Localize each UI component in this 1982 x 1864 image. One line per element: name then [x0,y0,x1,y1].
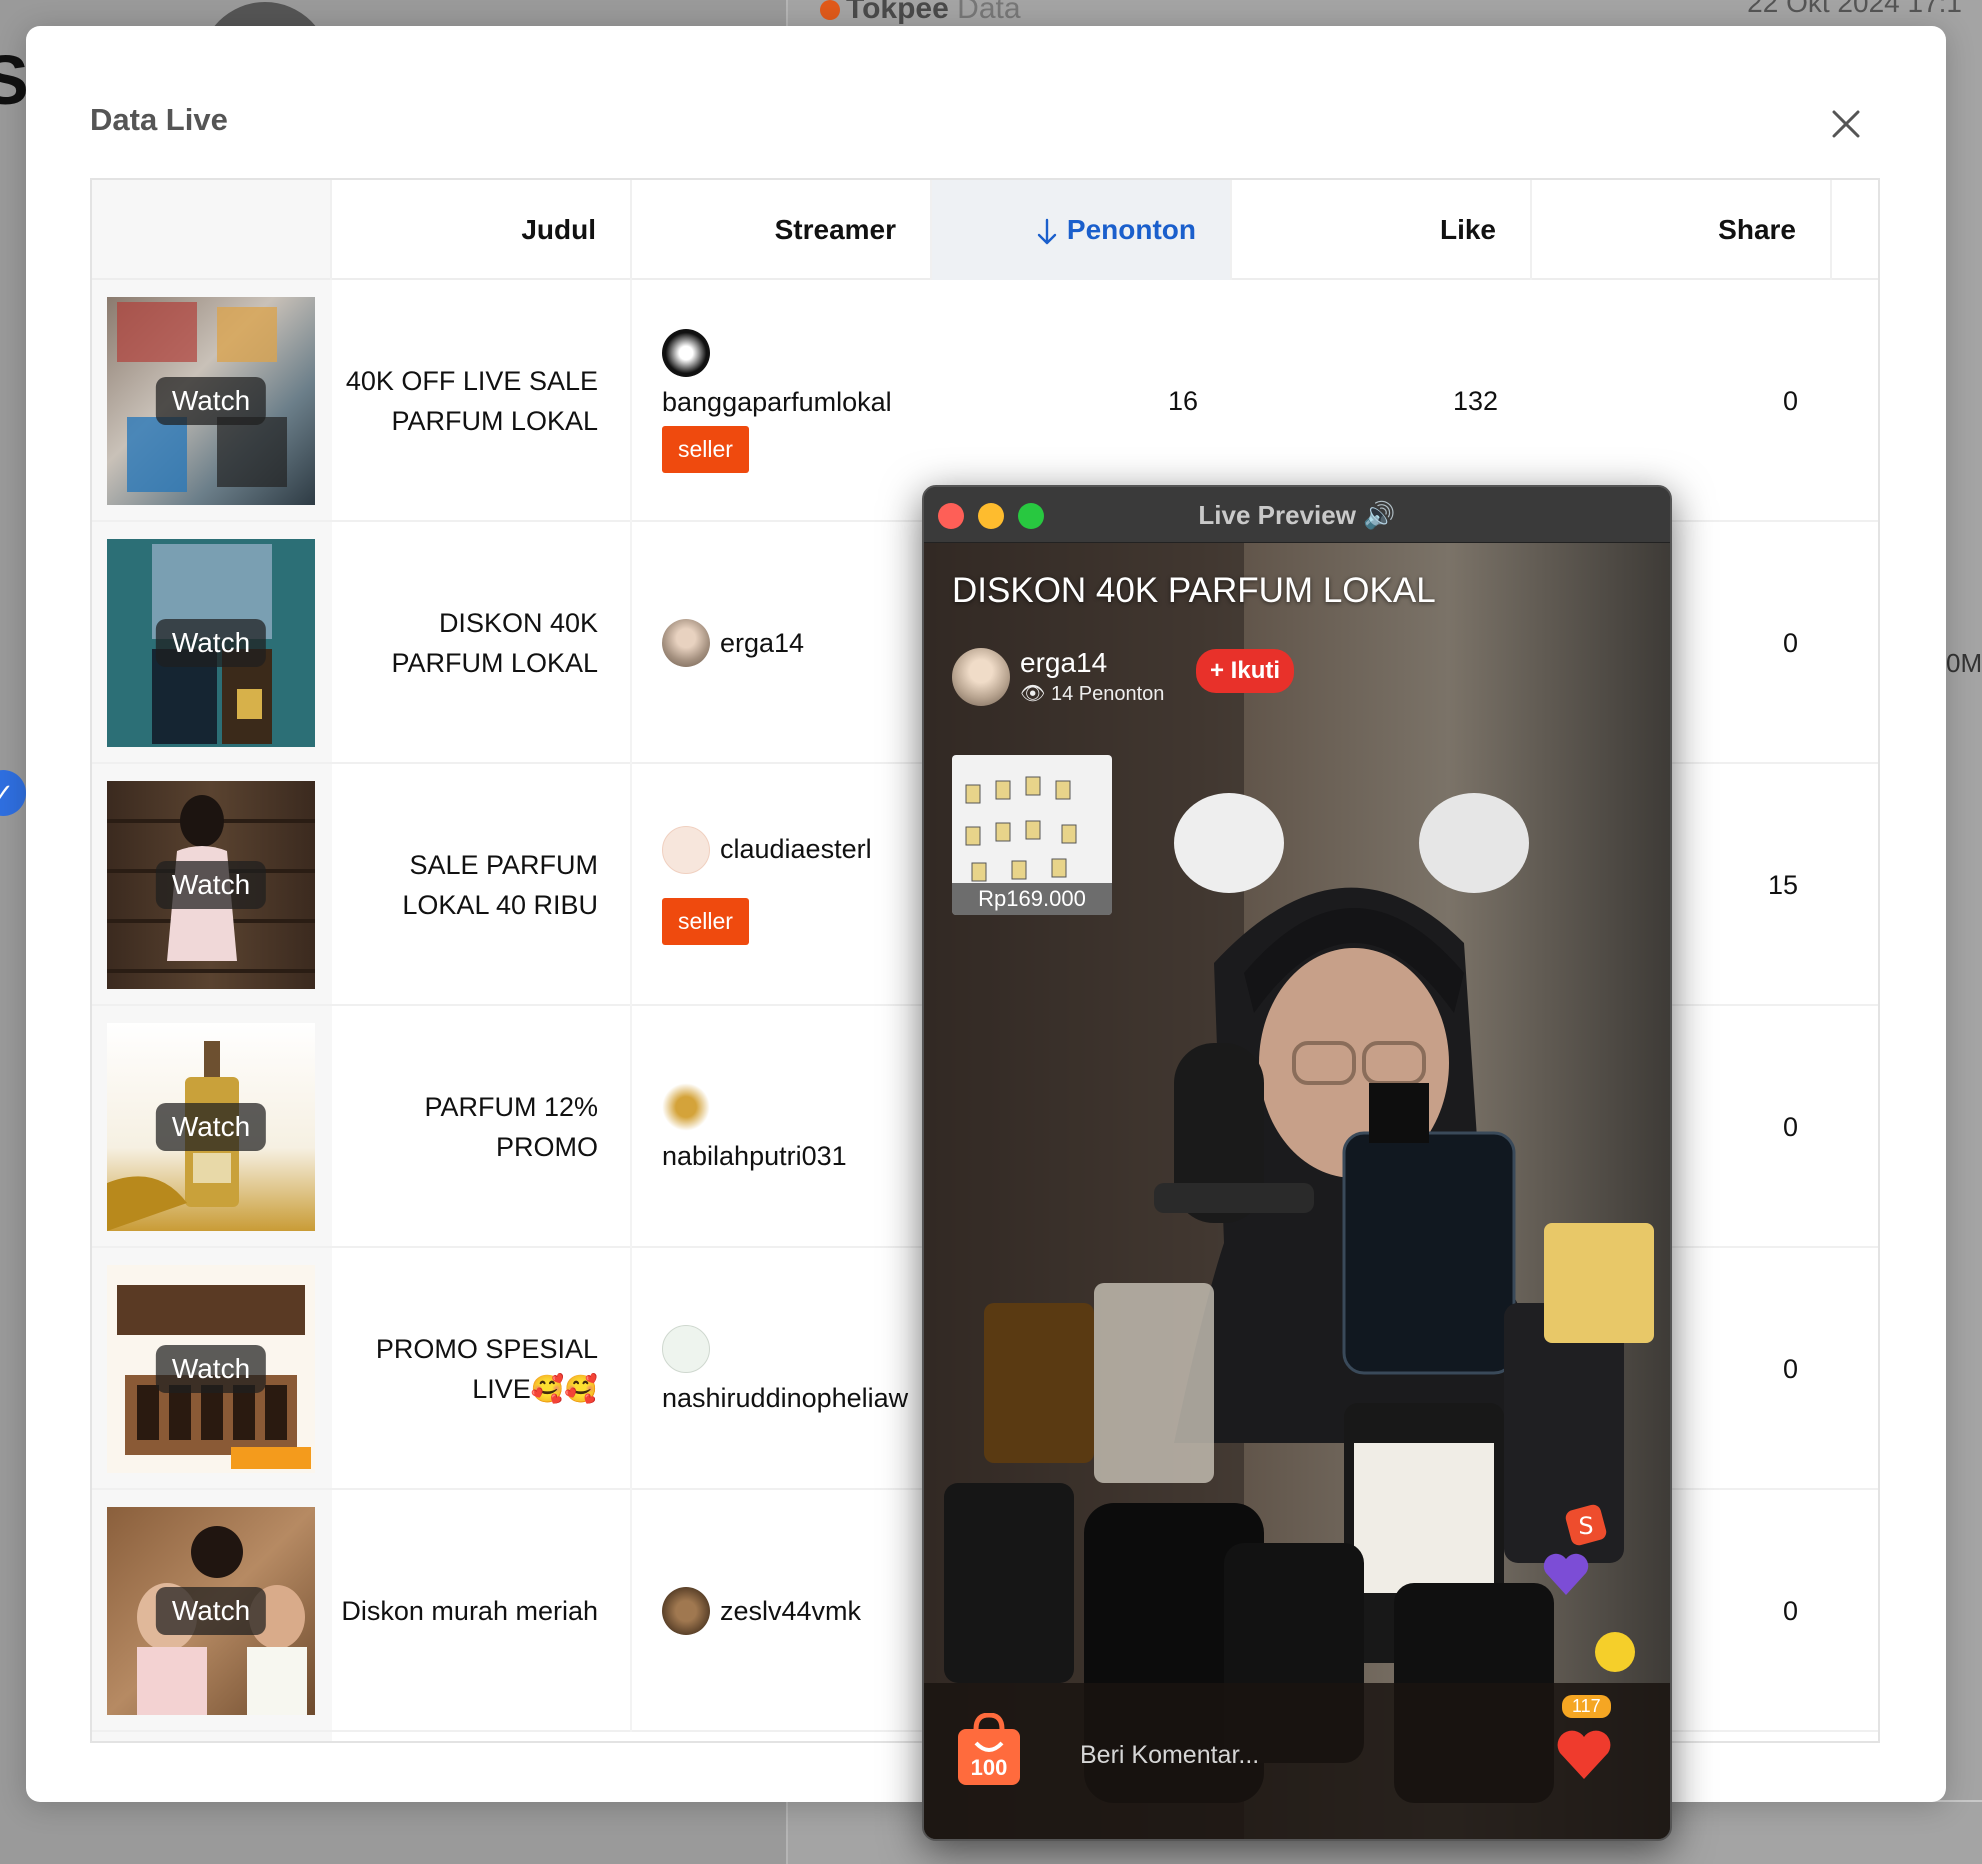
live-thumbnail[interactable]: Watch [107,1507,315,1715]
thumbnail-cell: Watch [106,280,316,522]
avatar [662,329,710,377]
header-streamer[interactable]: Streamer [632,180,932,280]
streamer-name[interactable]: erga14 [720,628,804,659]
watch-label: Watch [155,1345,267,1393]
streamer-cell: erga14 [632,522,932,764]
bag-count: 100 [970,1755,1008,1780]
streamer-name[interactable]: banggaparfumlokal [662,387,892,418]
follow-button[interactable]: + Ikuti [1196,649,1295,693]
seller-badge: seller [662,897,749,945]
avatar [662,619,710,667]
streamer-cell: nashiruddinopheliaw [632,1248,932,1490]
like-count-badge: 117 [1562,1695,1611,1718]
watch-label: Watch [155,861,267,909]
broken-image-icon [662,1324,710,1373]
eye-icon: 👁 [1020,683,1051,705]
live-preview-window: Live Preview 🔊 DISKON 40K PARFUM LOKAL e… [922,485,1672,1841]
live-thumbnail[interactable]: Watch [107,781,315,989]
watch-label: Watch [155,619,267,667]
streamer-line: zeslv44vmk [662,1587,861,1635]
streamer-name[interactable]: nabilahputri031 [662,1141,847,1172]
streamer-name[interactable]: nashiruddinopheliaw [662,1383,908,1414]
live-thumbnail[interactable]: Watch [107,1265,315,1473]
host-name: erga14 [1020,647,1108,678]
background-partial-letter: S [0,41,29,119]
watch-label: Watch [155,1587,267,1635]
thumbnail-cell: Watch [106,1248,316,1490]
brand-logo-icon [820,0,840,20]
title-text: 40K OFF LIVE SALE PARFUM LOKAL [332,280,632,522]
background-brand: Tokpee Data [820,0,1021,23]
heart-like-icon[interactable] [1552,1723,1616,1787]
seller-badge: seller [662,426,749,473]
preview-titlebar[interactable]: Live Preview 🔊 [924,487,1670,543]
title-text: PARFUM 12% PROMO [332,1006,632,1248]
title-text: SALE PARFUM LOKAL 40 RIBU [332,764,632,1006]
purple-heart-icon [1543,1553,1589,1595]
watch-label: Watch [155,377,267,425]
header-thumbnail [92,180,332,280]
thumbnail-cell: Watch [106,1490,316,1732]
live-thumbnail[interactable]: Watch [107,297,315,505]
live-thumbnail[interactable]: Watch [107,539,315,747]
thumbnail-cell: Watch [106,764,316,1006]
host-text: erga14 👁 14 Penonton [1020,647,1164,706]
viewer-count: 👁 14 Penonton [1020,683,1165,705]
background-partial-value: 0M [1946,648,1982,678]
verified-check-icon: ✓ [0,770,26,816]
table-header: Judul Streamer Penonton Like Share [92,180,1878,280]
title-text: DISKON 40K PARFUM LOKAL [332,522,632,764]
streamer-name[interactable]: claudiaesterl [720,834,872,865]
streamer-cell: banggaparfumlokal seller [632,280,932,522]
modal-title: Data Live [90,102,228,137]
streamer-line: claudiaesterl [662,825,872,874]
host-avatar [952,647,1010,706]
streamer-name[interactable]: zeslv44vmk [720,1596,861,1627]
comment-input[interactable]: Beri Komentar... [1070,1727,1490,1783]
host-info[interactable]: erga14 👁 14 Penonton [952,647,1164,706]
live-title: DISKON 40K PARFUM LOKAL [952,571,1436,610]
live-thumbnail[interactable]: Watch [107,1023,315,1231]
header-judul[interactable]: Judul [332,180,632,280]
product-price: Rp169.000 [952,883,1112,915]
streamer-cell: nabilahputri031 [632,1006,932,1248]
thumbnail-cell: Watch [106,522,316,764]
live-video-frame [924,543,1670,1839]
thumbnail-cell: Watch [106,1006,316,1248]
shopping-bag-button[interactable]: 100 [956,1712,1022,1787]
shopee-s-icon: S [1565,1504,1607,1546]
background-date: 22 Okt 2024 17:1 [1747,0,1962,17]
streamer-cell: zeslv44vmk [632,1490,932,1732]
title-text: Diskon murah meriah [332,1490,632,1732]
watch-label: Watch [155,1103,267,1151]
header-penonton[interactable]: Penonton [932,180,1232,280]
preview-window-title: Live Preview 🔊 [1198,500,1396,530]
header-like[interactable]: Like [1232,180,1532,280]
avatar [662,1587,710,1635]
header-penonton-label: Penonton [1066,214,1196,245]
svg-text:S: S [1578,1512,1593,1540]
avatar [662,1082,710,1131]
streamer-cell: claudiaesterl seller [632,764,932,1006]
header-share[interactable]: Share [1532,180,1832,280]
title-text: PROMO SPESIAL LIVE🥰🥰 [332,1248,632,1490]
live-video[interactable]: DISKON 40K PARFUM LOKAL erga14 👁 14 Peno… [924,543,1670,1839]
close-icon[interactable] [1826,104,1866,144]
lemon-icon [1595,1632,1635,1672]
sort-desc-arrow-icon [1037,218,1057,244]
streamer-line: erga14 [662,619,804,667]
avatar [662,825,710,874]
product-card[interactable]: Rp169.000 [952,755,1112,915]
